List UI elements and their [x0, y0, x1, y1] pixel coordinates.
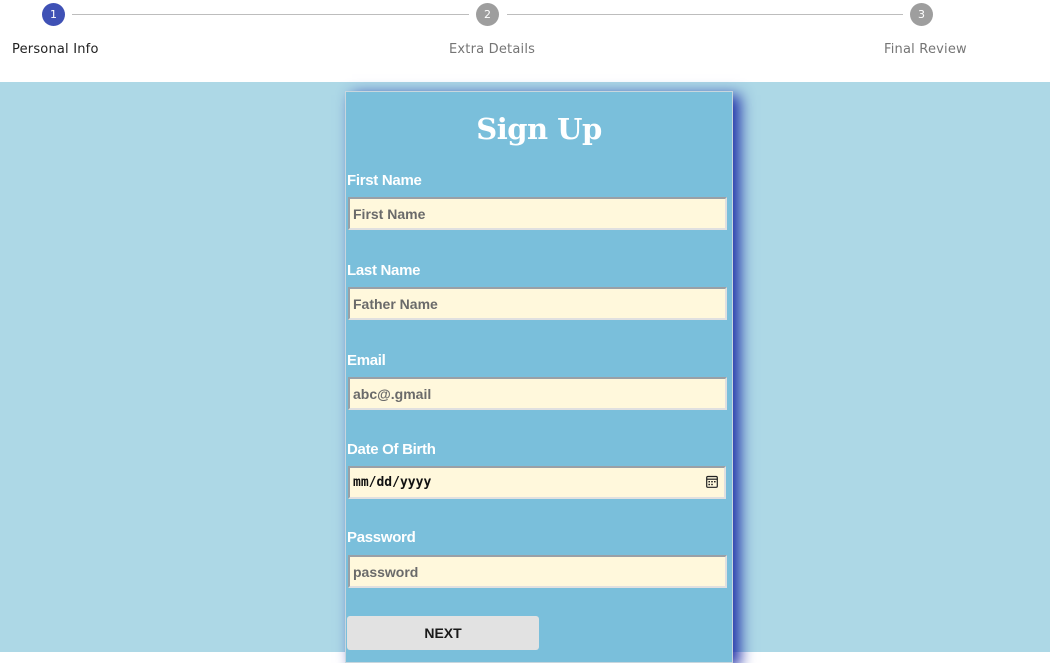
next-button[interactable]: NEXT	[347, 616, 539, 650]
last-name-input[interactable]	[348, 287, 727, 320]
password-label: Password	[347, 529, 416, 546]
step-label: Extra Details	[449, 42, 536, 57]
step-personal-info[interactable]: 1 Personal Info	[0, 0, 160, 82]
first-name-label: First Name	[347, 172, 422, 189]
step-number-badge: 3	[910, 3, 933, 26]
step-number-badge: 1	[42, 3, 65, 26]
date-placeholder: mm/dd/yyyy	[353, 475, 432, 490]
date-of-birth-label: Date Of Birth	[347, 441, 436, 458]
step-label: Final Review	[884, 42, 967, 57]
date-of-birth-input[interactable]: mm/dd/yyyy	[348, 466, 726, 499]
password-input[interactable]	[348, 555, 727, 588]
last-name-label: Last Name	[347, 262, 421, 279]
step-final-review[interactable]: 3 Final Review	[870, 0, 1030, 82]
stepper: 1 Personal Info 2 Extra Details 3 Final …	[0, 0, 1050, 82]
step-label: Personal Info	[12, 42, 99, 57]
first-name-input[interactable]	[348, 197, 727, 230]
page-background: Sign Up First Name Last Name Email Date …	[0, 82, 1050, 663]
step-number-badge: 2	[476, 3, 499, 26]
calendar-icon[interactable]	[706, 475, 718, 488]
email-input[interactable]	[348, 377, 727, 410]
email-label: Email	[347, 352, 386, 369]
form-title: Sign Up	[476, 112, 602, 146]
signup-card: Sign Up First Name Last Name Email Date …	[345, 91, 733, 663]
step-extra-details[interactable]: 2 Extra Details	[440, 0, 600, 82]
